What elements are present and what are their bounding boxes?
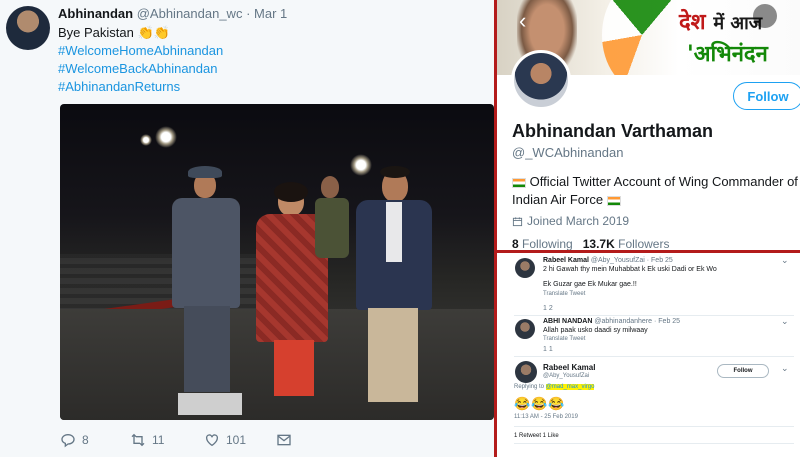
following-link[interactable]: 8 Following bbox=[512, 237, 573, 250]
translate-tweet-link[interactable]: Translate Tweet bbox=[543, 336, 585, 342]
tweet-author-avatar[interactable] bbox=[6, 6, 50, 50]
followers-link[interactable]: 13.7K Followers bbox=[583, 237, 670, 250]
follow-button[interactable]: Follow bbox=[733, 82, 800, 110]
photo-floodlight bbox=[350, 154, 372, 176]
back-arrow-icon[interactable]: ‹ bbox=[519, 8, 526, 34]
retweet-count: 11 bbox=[152, 433, 165, 447]
replying-to: Replying to @mad_max_virgo bbox=[514, 384, 595, 390]
tweet-separator: · bbox=[246, 6, 251, 21]
reply-count: 8 bbox=[82, 433, 89, 447]
india-flag-icon bbox=[606, 195, 621, 206]
photo-floodlight bbox=[155, 126, 177, 148]
clapping-hands-emoji: 👏👏 bbox=[137, 25, 170, 40]
banner-text-line-1: देश में आज bbox=[679, 9, 763, 35]
tweet-header: Abhinandan @Abhinandan_wc · Mar 1 bbox=[58, 6, 287, 21]
reply-avatar[interactable] bbox=[515, 361, 537, 383]
reply-icon bbox=[61, 433, 75, 448]
profile-handle: @_WCAbhinandan bbox=[512, 145, 624, 160]
profile-joined: Joined March 2019 bbox=[512, 214, 629, 228]
profile-name: Abhinandan Varthaman bbox=[512, 121, 714, 141]
reply-header: Rabeel Kamal bbox=[543, 363, 595, 372]
reply-action-counts[interactable]: 1 2 bbox=[543, 305, 553, 312]
reply-divider bbox=[514, 426, 794, 427]
more-icon[interactable] bbox=[753, 4, 777, 28]
reply-handle[interactable]: @Aby_YousufZai bbox=[543, 373, 589, 379]
reply-text: Allah paak usko daadi sy milwaay bbox=[543, 327, 648, 334]
hashtag-welcome-back[interactable]: #WelcomeBackAbhinandan bbox=[58, 60, 223, 78]
reply-meta: @Aby_YousufZai · Feb 25 bbox=[590, 257, 673, 264]
reply-text: 2 hi Gawah thy mein Muhabbat k Ek uski D… bbox=[543, 266, 717, 273]
banner-tricolor bbox=[602, 0, 682, 75]
reply-avatar[interactable] bbox=[515, 319, 535, 339]
tweet-text: Bye Pakistan bbox=[58, 25, 134, 40]
photo-mat bbox=[178, 393, 242, 415]
hashtag-returns[interactable]: #AbhinandanReturns bbox=[58, 78, 223, 96]
profile-bio: Official Twitter Account of Wing Command… bbox=[512, 173, 800, 209]
tweet-panel: Abhinandan @Abhinandan_wc · Mar 1 Bye Pa… bbox=[0, 0, 494, 457]
reply-author-name[interactable]: ABHI NANDAN bbox=[543, 318, 592, 325]
india-flag-icon bbox=[512, 177, 526, 188]
heart-icon bbox=[206, 434, 218, 447]
tweet-body: Bye Pakistan 👏👏 #WelcomeHomeAbhinandan #… bbox=[58, 24, 223, 96]
reply-author-name[interactable]: Rabeel Kamal bbox=[543, 257, 589, 264]
reply-header: Rabeel Kamal @Aby_YousufZai · Feb 25 bbox=[543, 257, 673, 264]
envelope-icon bbox=[277, 434, 291, 446]
reply-text: Ek Guzar gae Ek Mukar gae.!! bbox=[543, 281, 637, 288]
reply-author-name[interactable]: Rabeel Kamal bbox=[543, 363, 595, 372]
reply-divider bbox=[514, 443, 794, 444]
banner-text-line-2: 'अभिनंदन bbox=[687, 41, 768, 67]
reply-meta: @abhinandanhere · Feb 25 bbox=[594, 318, 681, 325]
chevron-down-icon[interactable]: ⌄ bbox=[781, 316, 789, 327]
follow-button[interactable]: Follow bbox=[717, 364, 769, 378]
calendar-icon bbox=[512, 216, 523, 226]
replying-mention[interactable]: @mad_max_virgo bbox=[545, 384, 595, 390]
tweet-stats[interactable]: 1 Retweet 1 Like bbox=[514, 433, 559, 439]
chevron-down-icon[interactable]: ⌄ bbox=[781, 363, 789, 374]
retweet-button[interactable]: 11 bbox=[130, 432, 164, 448]
reply-avatar[interactable] bbox=[515, 258, 535, 278]
profile-bio-text: Official Twitter Account of Wing Command… bbox=[512, 174, 798, 207]
tweet-timestamp[interactable]: 11:13 AM - 25 Feb 2019 bbox=[514, 414, 578, 420]
reply-thread-panel: Rabeel Kamal @Aby_YousufZai · Feb 25 ⌄ 2… bbox=[497, 253, 800, 457]
reply-divider bbox=[514, 356, 794, 357]
direct-message-button[interactable] bbox=[276, 432, 292, 448]
hashtag-welcome-home[interactable]: #WelcomeHomeAbhinandan bbox=[58, 42, 223, 60]
laughing-emoji: 😂😂😂 bbox=[514, 396, 566, 411]
profile-panel: ‹ देश में आज 'अभिनंदन Follow Abhinandan … bbox=[497, 0, 800, 250]
like-button[interactable]: 101 bbox=[204, 432, 246, 448]
reply-divider bbox=[514, 315, 794, 316]
like-count: 101 bbox=[226, 433, 247, 447]
profile-avatar[interactable] bbox=[511, 50, 571, 110]
reply-button[interactable]: 8 bbox=[60, 432, 89, 448]
profile-joined-text: Joined March 2019 bbox=[527, 214, 630, 228]
photo-floodlight bbox=[140, 134, 152, 146]
tweet-date[interactable]: Mar 1 bbox=[254, 6, 287, 21]
reply-header: ABHI NANDAN @abhinandanhere · Feb 25 bbox=[543, 318, 680, 325]
chevron-down-icon[interactable]: ⌄ bbox=[781, 255, 789, 266]
tweet-author-handle[interactable]: @Abhinandan_wc bbox=[137, 6, 243, 21]
retweet-icon bbox=[131, 433, 145, 447]
reply-action-counts[interactable]: 1 1 bbox=[543, 346, 553, 353]
profile-counts: 8 Following 13.7K Followers bbox=[512, 237, 669, 250]
tweet-author-name[interactable]: Abhinandan bbox=[58, 6, 133, 21]
tweet-photo[interactable] bbox=[60, 104, 494, 420]
translate-tweet-link[interactable]: Translate Tweet bbox=[543, 291, 585, 297]
